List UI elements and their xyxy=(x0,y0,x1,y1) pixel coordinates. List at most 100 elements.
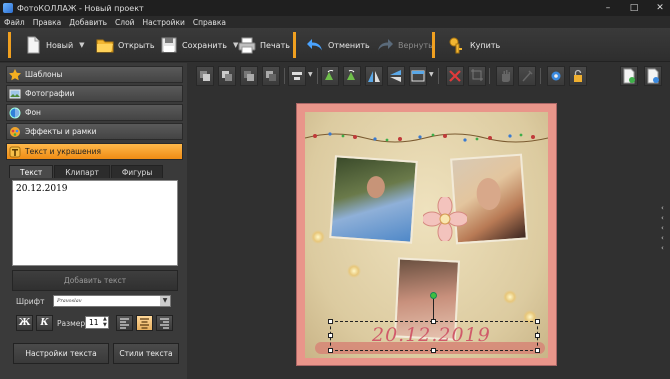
sparkle-decoration xyxy=(311,230,325,244)
canvas-date-text[interactable]: 20.12.2019 xyxy=(372,324,491,346)
align-button[interactable] xyxy=(288,66,306,86)
toolbar-separator xyxy=(293,32,296,58)
italic-button[interactable]: К xyxy=(36,315,53,331)
sidebar-item-photos[interactable]: Фотографии xyxy=(6,85,183,102)
rotate-right-button[interactable] xyxy=(343,66,361,86)
chevron-down-icon[interactable]: ▼ xyxy=(160,296,170,306)
main-toolbar: Новый ▼ Открыть Сохранить ▼ Печать Отмен… xyxy=(0,28,670,62)
menu-layer[interactable]: Слой xyxy=(115,18,135,27)
add-page-button[interactable] xyxy=(620,66,638,86)
page-settings-button[interactable] xyxy=(644,66,662,86)
sidebar-item-templates[interactable]: Шаблоны xyxy=(6,66,183,83)
menu-settings[interactable]: Настройки xyxy=(143,18,185,27)
send-to-back-button[interactable] xyxy=(262,66,280,86)
sidebar-item-background[interactable]: Фон xyxy=(6,104,183,121)
bring-to-front-button[interactable] xyxy=(218,66,236,86)
chevron-left-icon[interactable]: ‹ xyxy=(661,205,669,212)
resize-handle[interactable] xyxy=(535,348,540,353)
add-text-button[interactable]: Добавить текст xyxy=(12,270,178,291)
open-button[interactable]: Открыть xyxy=(96,32,155,58)
delete-icon xyxy=(449,70,461,82)
send-backward-button[interactable] xyxy=(240,66,258,86)
position-button[interactable] xyxy=(409,66,427,86)
properties-button[interactable] xyxy=(547,66,565,86)
save-button[interactable]: Сохранить ▼ xyxy=(160,32,238,58)
toolbar-divider xyxy=(438,68,439,84)
buy-button[interactable]: Купить xyxy=(448,32,500,58)
stepper-arrows-icon[interactable]: ▲ ▼ xyxy=(103,316,107,328)
rotate-left-button[interactable] xyxy=(321,66,339,86)
chevron-left-icon[interactable]: ‹ xyxy=(661,235,669,242)
pick-button[interactable] xyxy=(518,66,536,86)
sidebar-item-label: Фотографии xyxy=(25,89,75,98)
align-right-icon xyxy=(160,318,169,329)
side-scroll-arrows[interactable]: ‹ ‹ ‹ ‹ ‹ xyxy=(661,205,669,252)
lock-button[interactable] xyxy=(569,66,587,86)
delete-button[interactable] xyxy=(446,66,464,86)
undo-button[interactable]: Отменить xyxy=(306,32,370,58)
page-settings-icon xyxy=(647,68,659,84)
rotate-handle[interactable] xyxy=(430,292,437,299)
resize-handle[interactable] xyxy=(431,319,436,324)
maximize-button[interactable]: □ xyxy=(628,2,640,13)
new-button[interactable]: Новый ▼ xyxy=(24,32,85,58)
resize-handle[interactable] xyxy=(431,348,436,353)
hand-button[interactable] xyxy=(496,66,514,86)
collage-page[interactable]: 20.12.2019 xyxy=(296,103,557,366)
undo-label: Отменить xyxy=(328,40,370,50)
tab-shapes[interactable]: Фигуры xyxy=(110,165,164,178)
menu-add[interactable]: Добавить xyxy=(69,18,107,27)
sidebar-item-text-decor[interactable]: Текст и украшения xyxy=(6,143,183,160)
chevron-left-icon[interactable]: ‹ xyxy=(661,225,669,232)
flip-horizontal-button[interactable] xyxy=(365,66,383,86)
layer-front-icon xyxy=(222,71,232,81)
resize-handle[interactable] xyxy=(535,319,540,324)
lock-icon xyxy=(574,69,582,82)
redo-button[interactable]: Вернуть xyxy=(376,32,433,58)
print-button[interactable]: Печать xyxy=(238,32,290,58)
font-select-value: Pravoslav xyxy=(57,298,82,304)
key-icon xyxy=(449,37,462,54)
resize-handle[interactable] xyxy=(535,333,540,338)
chevron-left-icon[interactable]: ‹ xyxy=(661,245,669,252)
layer-up-icon xyxy=(200,71,210,81)
photo-subject xyxy=(475,177,502,211)
bring-forward-button[interactable] xyxy=(196,66,214,86)
align-right-button[interactable] xyxy=(156,315,173,331)
text-settings-button[interactable]: Настройки текста xyxy=(13,343,109,364)
bold-button[interactable]: Ж xyxy=(16,315,33,331)
rotate-right-icon xyxy=(347,70,355,80)
crop-button[interactable] xyxy=(468,66,486,86)
position-dropdown-icon[interactable]: ▼ xyxy=(429,71,434,78)
align-left-button[interactable] xyxy=(116,315,133,331)
rotate-handle-line xyxy=(433,298,434,319)
window-controls: – □ ✕ xyxy=(602,2,666,13)
sidebar-item-effects[interactable]: Эффекты и рамки xyxy=(6,123,183,140)
tab-text[interactable]: Текст xyxy=(9,165,54,178)
menu-file[interactable]: Файл xyxy=(4,18,25,27)
toolbar-separator xyxy=(432,32,435,58)
print-label: Печать xyxy=(260,40,290,50)
close-button[interactable]: ✕ xyxy=(654,2,666,13)
flip-vertical-button[interactable] xyxy=(387,66,405,86)
resize-handle[interactable] xyxy=(328,319,333,324)
font-select[interactable]: Pravoslav ▼ xyxy=(53,295,171,307)
open-label: Открыть xyxy=(118,40,155,50)
text-styles-button[interactable]: Стили текста xyxy=(113,343,179,364)
minimize-button[interactable]: – xyxy=(602,2,614,13)
text-input-area[interactable]: 20.12.2019 xyxy=(12,180,178,266)
menu-help[interactable]: Справка xyxy=(193,18,226,27)
flip-horizontal-icon xyxy=(368,71,380,82)
align-dropdown-icon[interactable]: ▼ xyxy=(308,71,313,78)
new-dropdown-icon[interactable]: ▼ xyxy=(79,41,84,49)
toolbar-divider xyxy=(284,68,285,84)
resize-handle[interactable] xyxy=(328,333,333,338)
chevron-left-icon[interactable]: ‹ xyxy=(661,215,669,222)
add-page-icon xyxy=(623,68,635,84)
align-center-button[interactable] xyxy=(136,315,153,331)
collage-photo-man[interactable] xyxy=(329,155,418,244)
tab-clipart[interactable]: Клипарт xyxy=(54,165,110,178)
menu-edit[interactable]: Правка xyxy=(33,18,62,27)
resize-handle[interactable] xyxy=(328,348,333,353)
redo-label: Вернуть xyxy=(398,40,433,50)
